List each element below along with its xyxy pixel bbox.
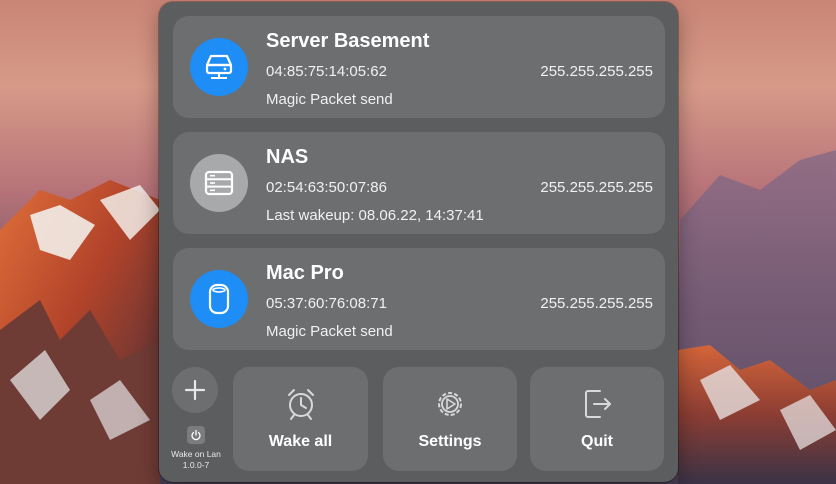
plus-icon	[184, 379, 206, 401]
device-card-nas[interactable]: NAS 02:54:63:50:07:86 255.255.255.255 La…	[173, 132, 665, 234]
device-mac-address: 02:54:63:50:07:86	[266, 179, 387, 196]
device-card-server-basement[interactable]: Server Basement 04:85:75:14:05:62 255.25…	[173, 16, 665, 118]
app-logo-icon	[187, 426, 205, 444]
add-device-button[interactable]	[172, 367, 218, 413]
device-ip-address: 255.255.255.255	[540, 179, 653, 196]
exit-icon	[585, 390, 611, 418]
gear-icon	[438, 392, 462, 416]
device-avatar	[190, 38, 248, 96]
quit-button[interactable]: Quit	[530, 367, 664, 471]
device-name: Server Basement	[266, 30, 430, 52]
device-ip-address: 255.255.255.255	[540, 63, 653, 80]
settings-button[interactable]: Settings	[383, 367, 517, 471]
device-status: Magic Packet send	[266, 323, 393, 340]
app-version: 1.0.0-7	[182, 460, 210, 470]
server-icon	[205, 54, 233, 79]
mac-pro-icon	[208, 283, 230, 315]
alarm-clock-icon	[287, 389, 314, 420]
wake-on-lan-popover: Server Basement 04:85:75:14:05:62 255.25…	[159, 2, 678, 482]
settings-label: Settings	[418, 433, 482, 450]
quit-label: Quit	[581, 433, 613, 450]
device-ip-address: 255.255.255.255	[540, 295, 653, 312]
device-status: Magic Packet send	[266, 91, 393, 108]
device-avatar	[190, 270, 248, 328]
device-mac-address: 04:85:75:14:05:62	[266, 63, 387, 80]
wake-all-label: Wake all	[268, 433, 333, 450]
device-status: Last wakeup: 08.06.22, 14:37:41	[266, 207, 484, 224]
wake-all-button[interactable]: Wake all	[233, 367, 368, 471]
device-name: NAS	[266, 146, 309, 168]
device-avatar	[190, 154, 248, 212]
device-card-mac-pro[interactable]: Mac Pro 05:37:60:76:08:71 255.255.255.25…	[173, 248, 665, 350]
device-name: Mac Pro	[266, 262, 344, 284]
nas-icon	[204, 170, 234, 196]
device-mac-address: 05:37:60:76:08:71	[266, 295, 387, 312]
power-icon	[191, 429, 201, 441]
app-name: Wake on Lan	[171, 449, 221, 459]
